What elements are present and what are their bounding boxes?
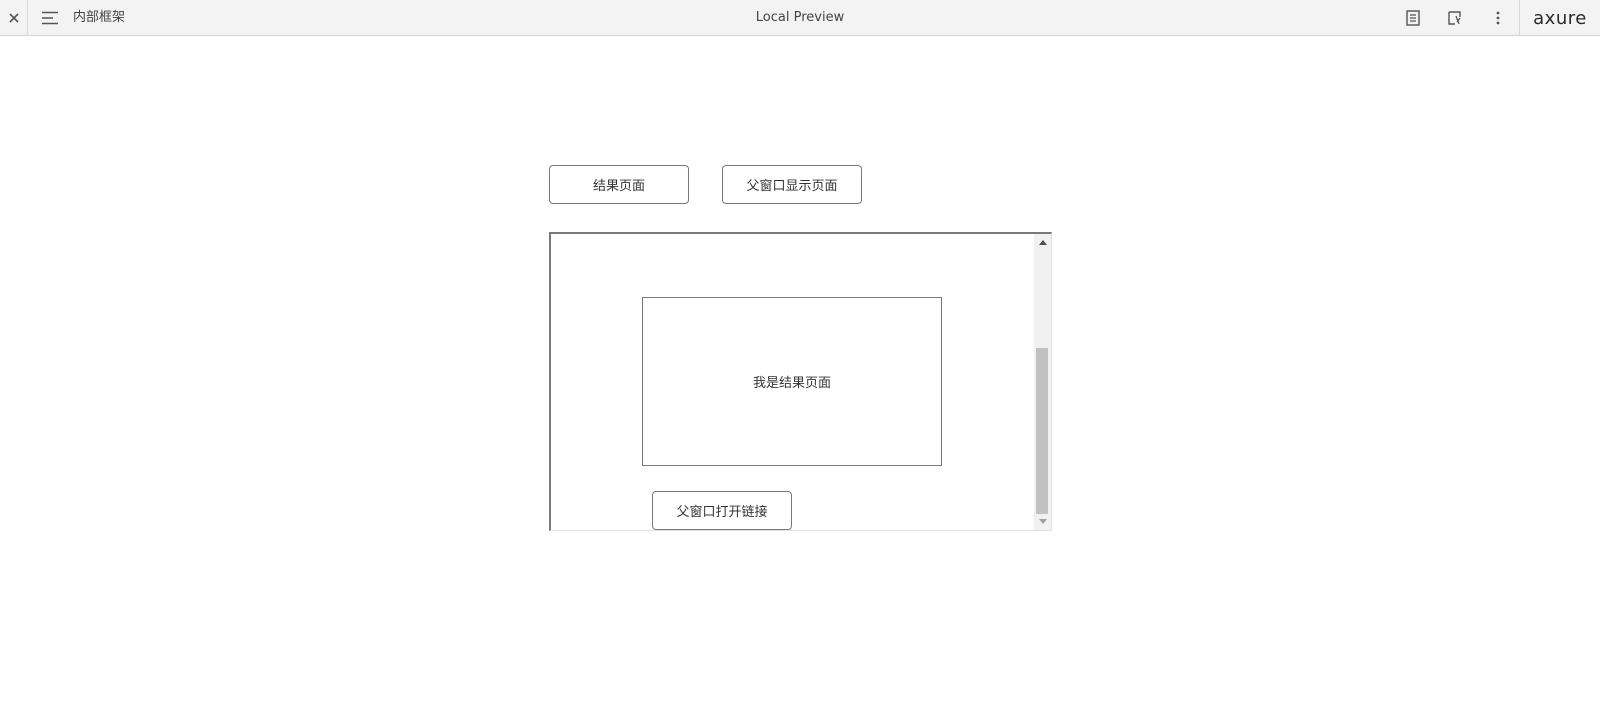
scroll-down-button[interactable] bbox=[1034, 513, 1051, 530]
menu-button[interactable] bbox=[38, 0, 62, 36]
logo-text: axure bbox=[1533, 7, 1587, 29]
parent-window-open-link-button[interactable]: 父窗口打开链接 bbox=[652, 491, 792, 530]
axure-logo: axure bbox=[1519, 0, 1600, 36]
triangle-down-icon bbox=[1038, 519, 1047, 524]
result-page-button[interactable]: 结果页面 bbox=[549, 165, 689, 204]
hamburger-menu-icon bbox=[42, 11, 58, 25]
scroll-thumb[interactable] bbox=[1036, 348, 1048, 514]
scroll-up-button[interactable] bbox=[1034, 234, 1051, 251]
more-button[interactable] bbox=[1485, 0, 1511, 36]
notes-icon bbox=[1406, 10, 1420, 26]
more-vertical-icon bbox=[1496, 11, 1500, 25]
triangle-up-icon bbox=[1038, 240, 1047, 245]
parent-window-show-page-button[interactable]: 父窗口显示页面 bbox=[722, 165, 862, 204]
preview-title: Local Preview bbox=[755, 10, 845, 25]
inline-frame[interactable]: 我是结果页面 父窗口打开链接 bbox=[549, 232, 1052, 531]
result-page-label: 我是结果页面 bbox=[752, 376, 831, 391]
close-button[interactable] bbox=[0, 0, 28, 36]
vertical-scrollbar[interactable] bbox=[1034, 234, 1051, 530]
interactions-button[interactable] bbox=[1442, 0, 1468, 36]
top-toolbar: 内部框架 Local Preview axure bbox=[0, 0, 1600, 36]
project-title: 内部框架 bbox=[73, 10, 126, 25]
result-page-box: 我是结果页面 bbox=[642, 297, 942, 466]
interactions-icon bbox=[1448, 11, 1461, 25]
notes-button[interactable] bbox=[1400, 0, 1426, 36]
close-icon bbox=[8, 13, 19, 23]
